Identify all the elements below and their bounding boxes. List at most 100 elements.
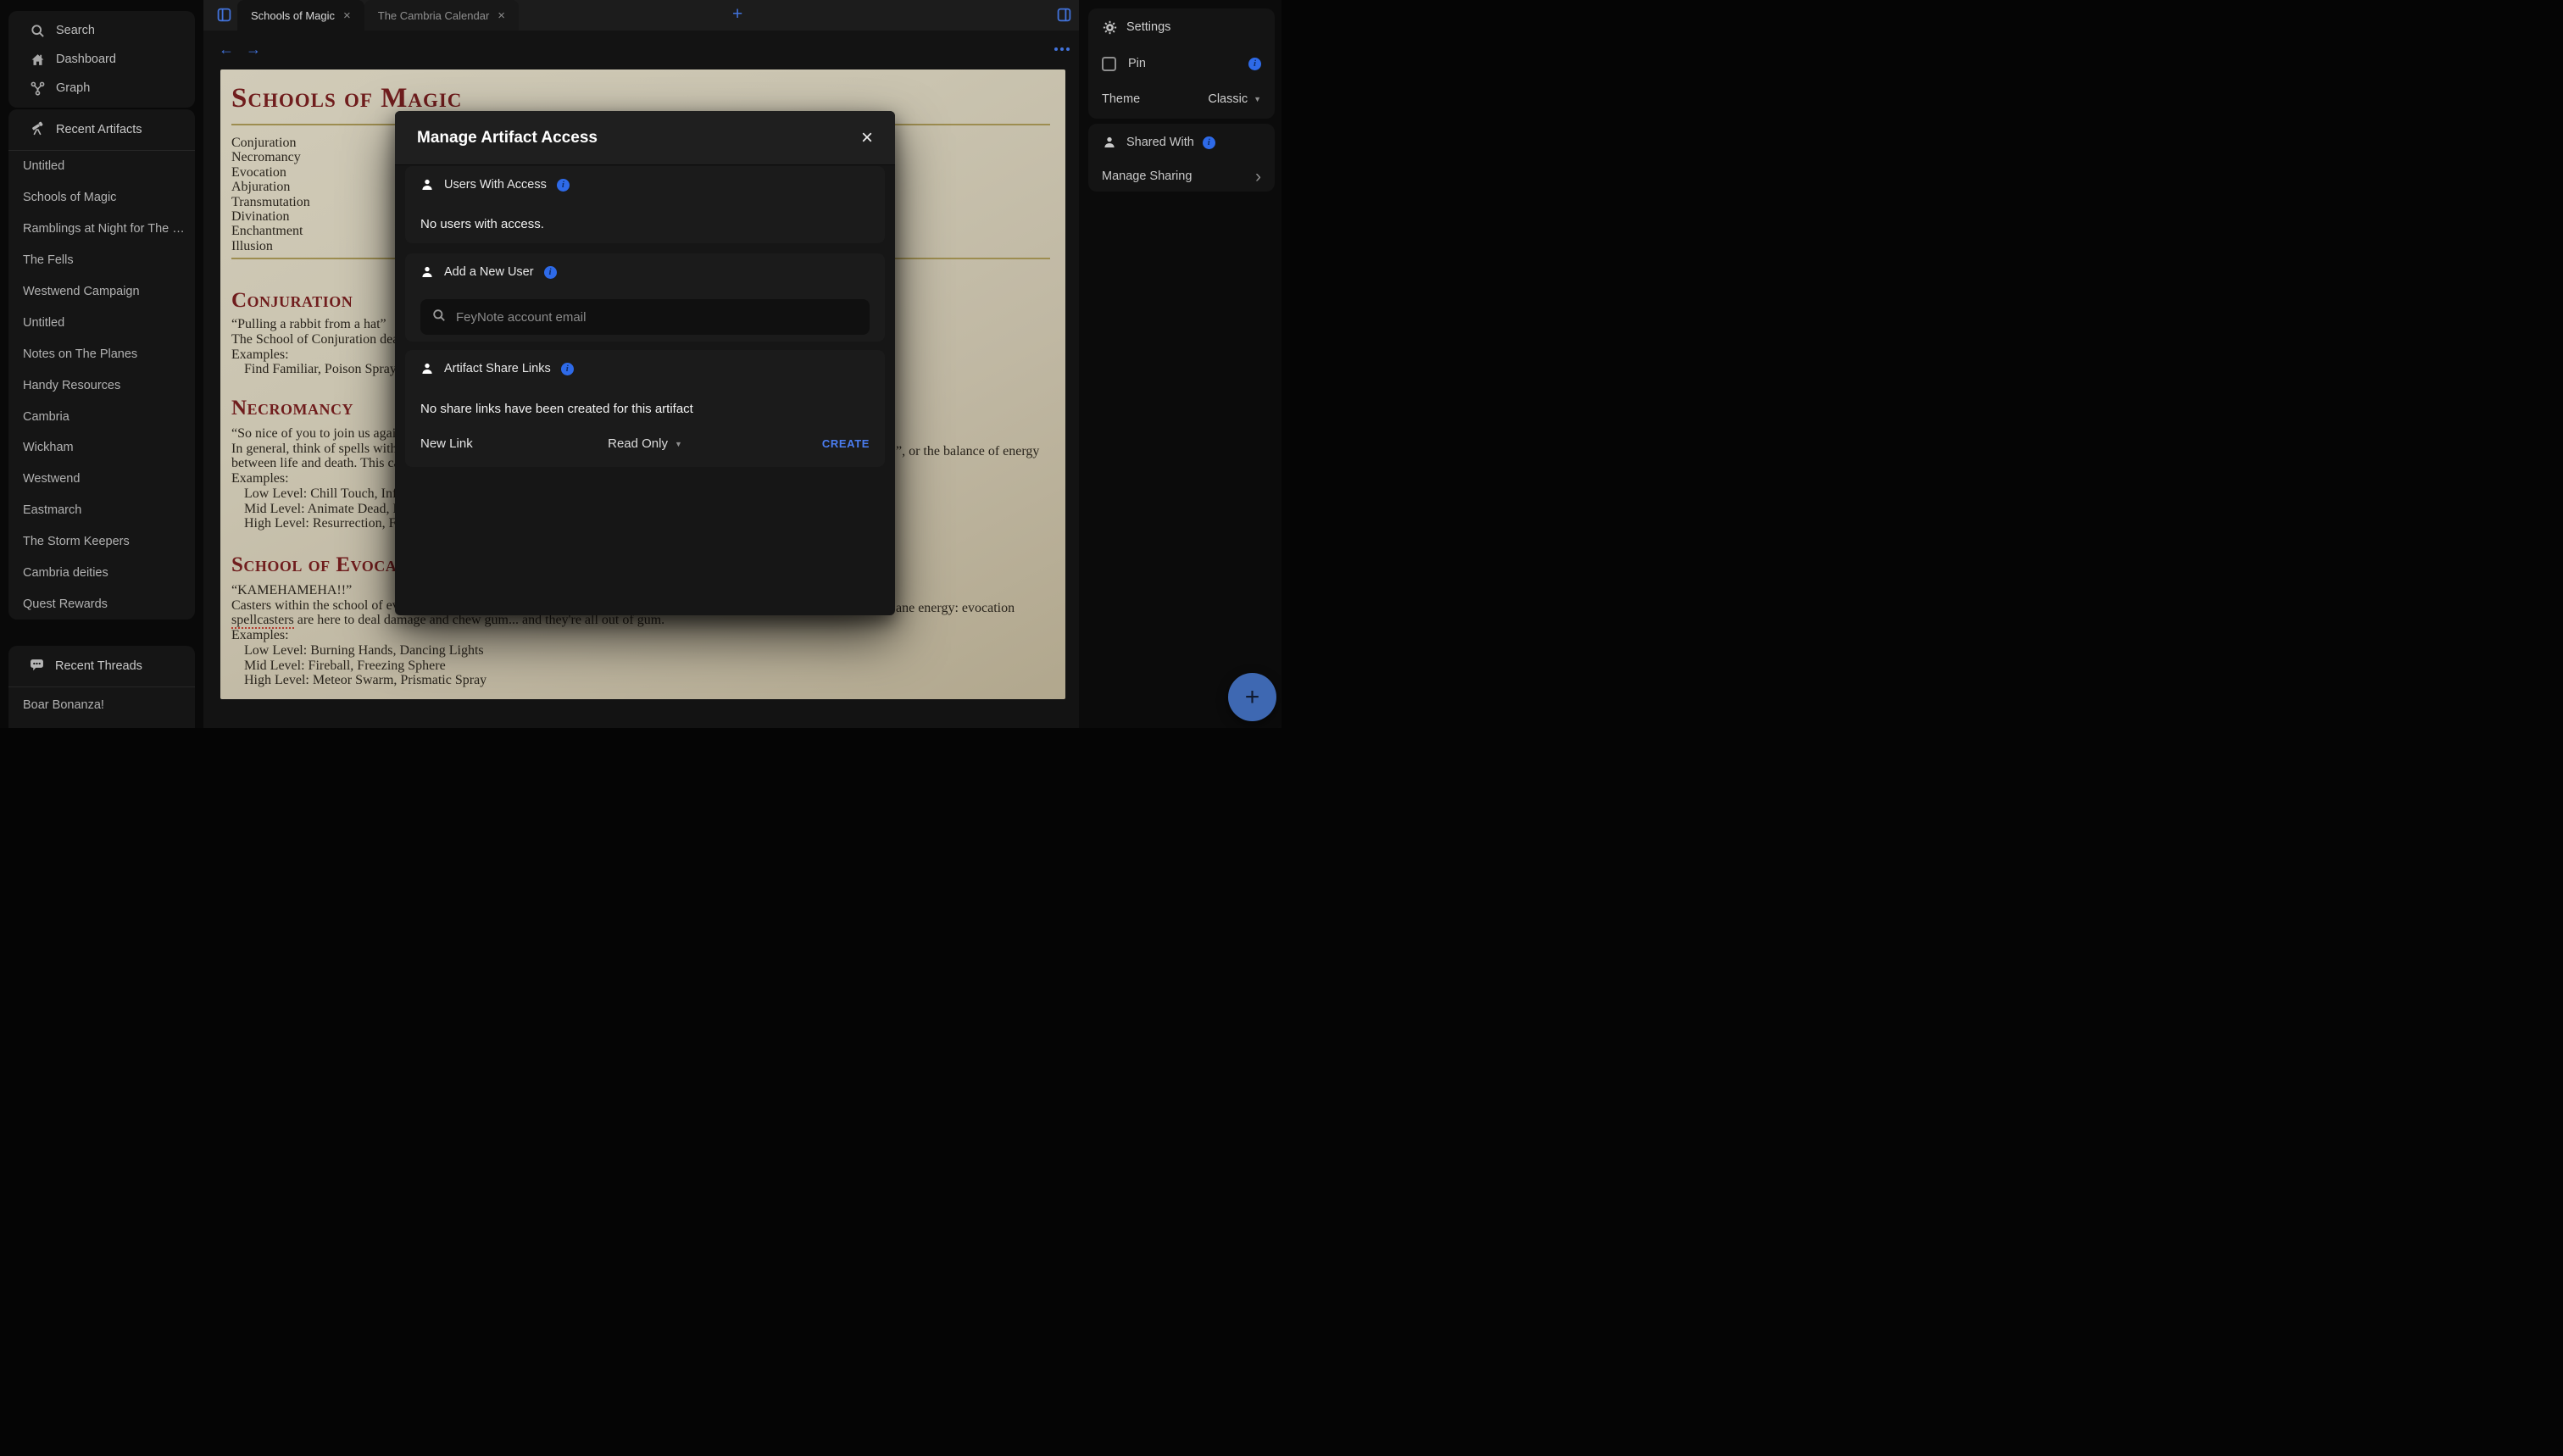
artifact-list-item[interactable]: Untitled: [8, 151, 195, 182]
users-with-access-card: Users With Access i No users with access…: [405, 166, 885, 243]
artifact-list-item[interactable]: Schools of Magic: [8, 182, 195, 214]
shared-with-label: Shared With: [1126, 136, 1194, 149]
sidebar-nav-card: Search Dashboard Graph: [8, 11, 195, 108]
sidebar-item-label: Search: [56, 24, 95, 37]
artifact-list-item[interactable]: Notes on The Planes: [8, 338, 195, 370]
tab-label: Schools of Magic: [251, 9, 335, 22]
settings-label: Settings: [1126, 20, 1170, 34]
add-new-user-info-icon[interactable]: i: [544, 266, 557, 279]
user-email-input[interactable]: [456, 310, 858, 325]
doc-line: Examples:: [231, 628, 1050, 643]
artifact-share-links-card: Artifact Share Links i No share links ha…: [405, 350, 885, 467]
chevron-right-icon: ›: [1255, 168, 1261, 186]
more-options-icon[interactable]: [1054, 47, 1070, 51]
artifact-list-item[interactable]: Eastmarch: [8, 495, 195, 526]
artifact-list-item[interactable]: Quest Rewards: [8, 588, 195, 620]
permission-value: Read Only: [608, 436, 668, 451]
add-new-user-card: Add a New User i: [405, 253, 885, 342]
artifact-list-item[interactable]: The Storm Keepers: [8, 526, 195, 558]
new-link-row: New Link Read Only ▼ CREATE: [420, 436, 870, 451]
thread-list-item[interactable]: Boar Bonanza!: [8, 687, 195, 723]
modal-title: Manage Artifact Access: [417, 129, 598, 147]
tab-label: The Cambria Calendar: [378, 9, 490, 22]
sidebar-item-graph[interactable]: Graph: [8, 74, 195, 103]
tab-strip: Schools of Magic × The Cambria Calendar ×: [237, 0, 519, 31]
tab-the-cambria-calendar[interactable]: The Cambria Calendar ×: [364, 0, 519, 31]
shared-with-card: Shared With i Manage Sharing ›: [1088, 124, 1275, 192]
manage-artifact-access-modal: Manage Artifact Access × Users With Acce…: [395, 111, 895, 615]
artifact-list-item[interactable]: Ramblings at Night for The …: [8, 214, 195, 245]
artifact-list-item[interactable]: Untitled: [8, 307, 195, 338]
theme-select[interactable]: Classic ▼: [1208, 92, 1261, 106]
shared-with-header: Shared With i: [1088, 124, 1275, 161]
artifact-list-item[interactable]: Cambria deities: [8, 558, 195, 589]
users-with-access-label: Users With Access: [444, 178, 547, 192]
person-icon: [420, 178, 434, 192]
chat-bubble-icon: [30, 658, 44, 675]
tab-schools-of-magic[interactable]: Schools of Magic ×: [237, 0, 364, 31]
new-link-label: New Link: [420, 436, 570, 451]
artifact-list-item[interactable]: Handy Resources: [8, 370, 195, 401]
settings-header: Settings: [1088, 8, 1275, 46]
theme-value: Classic: [1208, 92, 1248, 106]
no-users-text: No users with access.: [420, 217, 870, 231]
recent-artifacts-header: Recent Artifacts: [8, 109, 195, 151]
theme-row: Theme Classic ▼: [1088, 81, 1275, 117]
add-artifact-fab[interactable]: +: [1228, 673, 1276, 721]
chevron-down-icon: ▼: [675, 440, 682, 448]
artifact-list-item[interactable]: Westwend: [8, 464, 195, 495]
forward-arrow-button[interactable]: →: [246, 41, 261, 58]
add-new-user-label: Add a New User: [444, 265, 534, 279]
artifact-list-item[interactable]: The Fells: [8, 245, 195, 276]
search-icon: [432, 308, 446, 326]
sidebar: SearchDashboardGraph Recent: [0, 0, 203, 728]
no-share-links-text: No share links have been created for thi…: [420, 402, 870, 416]
user-email-inputbox[interactable]: [420, 299, 870, 335]
theme-label: Theme: [1102, 92, 1140, 106]
manage-sharing-label: Manage Sharing: [1102, 169, 1192, 183]
recent-threads-label: Recent Threads: [55, 659, 142, 673]
sidebar-item-label: Graph: [56, 81, 90, 95]
graph-icon: [30, 81, 45, 96]
sidebar-toggle-icon[interactable]: [217, 8, 231, 22]
recent-artifacts-label: Recent Artifacts: [56, 123, 142, 136]
home-icon: [30, 52, 45, 67]
recent-threads-header: Recent Threads: [8, 646, 195, 687]
permission-select[interactable]: Read Only ▼: [570, 436, 720, 451]
modal-header: Manage Artifact Access ×: [395, 111, 895, 165]
artifact-list-item[interactable]: Wickham: [8, 432, 195, 464]
app-window: SearchDashboardGraph Recent: [0, 0, 1282, 728]
tab-close-icon[interactable]: ×: [343, 9, 351, 22]
sidebar-item-search[interactable]: Search: [8, 16, 195, 45]
sidebar-item-dashboard[interactable]: Dashboard: [8, 45, 195, 74]
artifact-share-links-label: Artifact Share Links: [444, 362, 551, 375]
gear-icon: [1102, 20, 1117, 35]
recent-threads-card: Recent Threads Boar Bonanza!: [8, 646, 195, 728]
right-panel-toggle-icon[interactable]: [1057, 8, 1071, 22]
doc-line: Low Level: Burning Hands, Dancing Lights: [231, 643, 1050, 659]
artifact-list-item[interactable]: Westwend Campaign: [8, 276, 195, 308]
pin-checkbox[interactable]: [1102, 57, 1116, 71]
artifact-list-item[interactable]: Cambria: [8, 401, 195, 432]
telescope-icon: [30, 120, 45, 139]
pin-label: Pin: [1128, 57, 1146, 70]
doc-line: Mid Level: Fireball, Freezing Sphere: [231, 659, 1050, 674]
manage-sharing-row[interactable]: Manage Sharing ›: [1088, 161, 1275, 192]
back-arrow-button[interactable]: ←: [219, 41, 234, 58]
person-icon: [1102, 136, 1117, 149]
plus-icon: +: [1245, 683, 1260, 712]
settings-card: Settings Pin i Theme Classic ▼: [1088, 8, 1275, 119]
recent-artifacts-card: Recent Artifacts UntitledSchools of Magi…: [8, 109, 195, 620]
doc-line-fragment: ”, or the balance of energy: [896, 444, 1039, 459]
sidebar-item-label: Dashboard: [56, 53, 116, 66]
chevron-down-icon: ▼: [1254, 95, 1261, 103]
misspelled-word: spellcasters: [231, 613, 294, 629]
shared-with-info-icon[interactable]: i: [1203, 136, 1215, 149]
create-link-button[interactable]: CREATE: [720, 437, 870, 450]
users-with-access-info-icon[interactable]: i: [557, 179, 570, 192]
new-tab-button[interactable]: +: [732, 4, 742, 25]
pin-info-icon[interactable]: i: [1248, 58, 1261, 70]
artifact-share-links-info-icon[interactable]: i: [561, 363, 574, 375]
tab-close-icon[interactable]: ×: [498, 9, 505, 22]
close-icon[interactable]: ×: [861, 128, 873, 148]
